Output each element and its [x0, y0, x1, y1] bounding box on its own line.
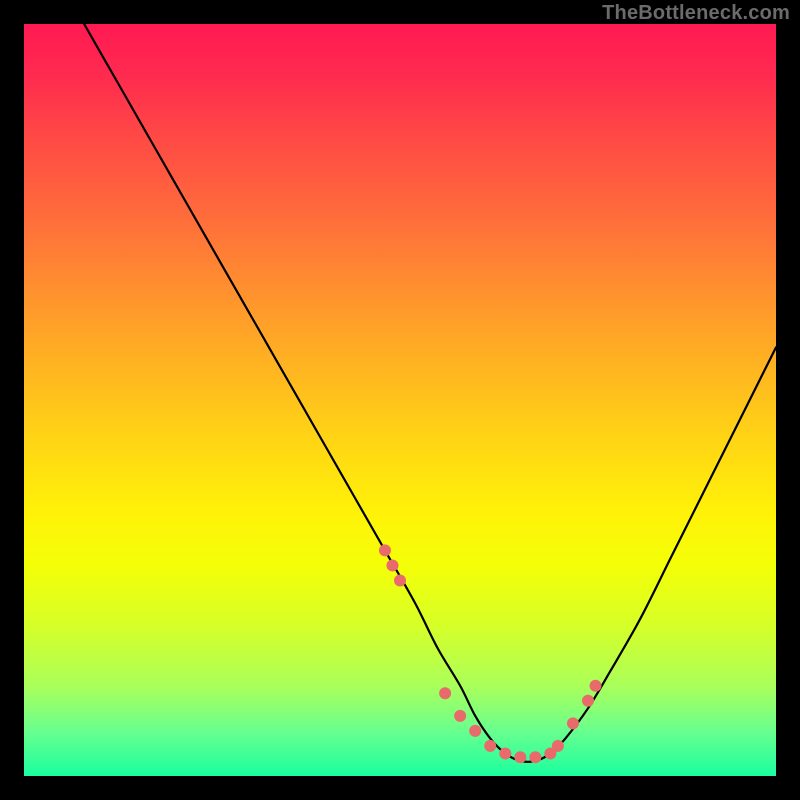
highlight-dot: [386, 559, 398, 571]
highlight-dot: [379, 544, 391, 556]
watermark-text: TheBottleneck.com: [602, 2, 790, 25]
highlight-dots-group: [379, 544, 602, 763]
highlight-dot: [454, 710, 466, 722]
highlight-dot: [514, 751, 526, 763]
bottleneck-curve-line: [84, 24, 776, 762]
chart-svg: [24, 24, 776, 776]
highlight-dot: [499, 747, 511, 759]
highlight-dot: [567, 717, 579, 729]
plot-area: [24, 24, 776, 776]
chart-frame: [24, 24, 776, 776]
highlight-dot: [529, 751, 541, 763]
highlight-dot: [469, 725, 481, 737]
highlight-dot: [394, 574, 406, 586]
highlight-dot: [590, 680, 602, 692]
highlight-dot: [484, 740, 496, 752]
highlight-dot: [439, 687, 451, 699]
highlight-dot: [582, 695, 594, 707]
highlight-dot: [552, 740, 564, 752]
